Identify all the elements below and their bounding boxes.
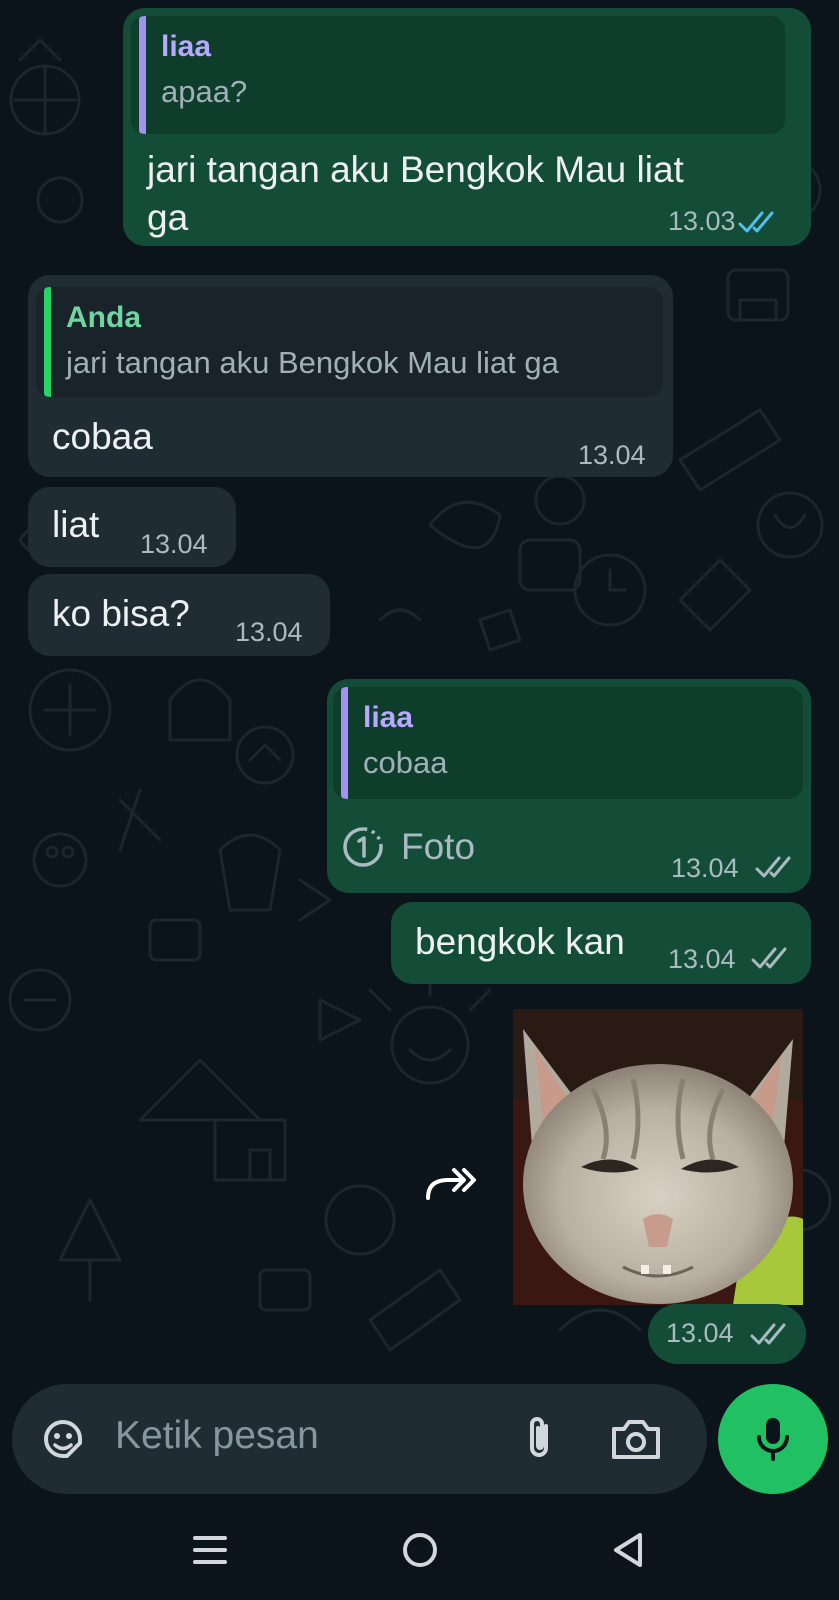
system-nav-bar xyxy=(0,1500,839,1600)
message-text: ko bisa? xyxy=(52,593,190,634)
message-time: 13.04 xyxy=(235,617,303,647)
message-bubble-outgoing[interactable]: liaa apaa? jari tangan aku Bengkok Mau l… xyxy=(123,8,811,246)
view-once-icon xyxy=(343,827,383,867)
reply-quote[interactable]: liaa apaa? xyxy=(131,16,785,134)
media-label: Foto xyxy=(401,826,476,867)
sticker-icon[interactable] xyxy=(38,1414,88,1464)
reply-text: apaa? xyxy=(161,74,248,109)
reply-author: liaa xyxy=(363,701,414,734)
message-time: 13.04 xyxy=(671,853,739,883)
forward-icon xyxy=(426,1168,476,1200)
camera-icon[interactable] xyxy=(610,1417,662,1461)
attach-icon[interactable] xyxy=(520,1414,560,1464)
message-bubble-outgoing[interactable]: bengkok kan 13.04 xyxy=(391,902,811,984)
voice-record-button[interactable] xyxy=(718,1384,828,1494)
double-check-icon xyxy=(738,211,774,233)
message-composer: Ketik pesan xyxy=(12,1384,707,1494)
message-text: bengkok kan xyxy=(415,921,625,962)
message-bubble-incoming[interactable]: Anda jari tangan aku Bengkok Mau liat ga… xyxy=(28,275,673,477)
message-time: 13.04 xyxy=(578,440,646,470)
message-bubble-outgoing[interactable]: liaa cobaa Foto 13.04 xyxy=(327,679,811,893)
message-text: liat xyxy=(52,504,100,545)
message-time: 13.04 xyxy=(668,944,736,974)
reply-quote[interactable]: liaa cobaa xyxy=(333,687,803,799)
forward-button[interactable] xyxy=(418,1158,482,1208)
menu-icon[interactable] xyxy=(192,1532,228,1568)
reply-author: liaa xyxy=(161,30,212,63)
sticker-time-badge: 13.04 xyxy=(648,1304,806,1364)
message-input[interactable]: Ketik pesan xyxy=(115,1414,319,1458)
message-time: 13.04 xyxy=(666,1318,734,1348)
message-text: cobaa xyxy=(52,416,153,457)
double-check-icon xyxy=(750,1323,786,1345)
message-bubble-incoming[interactable]: liat 13.04 xyxy=(28,487,236,567)
back-icon[interactable] xyxy=(612,1530,648,1570)
reply-text: cobaa xyxy=(363,745,448,780)
double-check-icon xyxy=(751,947,787,969)
mic-icon xyxy=(757,1418,789,1461)
message-bubble-incoming[interactable]: ko bisa? 13.04 xyxy=(28,574,330,656)
double-check-icon xyxy=(755,856,791,878)
message-time: 13.04 xyxy=(140,529,208,559)
reply-text: jari tangan aku Bengkok Mau liat ga xyxy=(66,345,559,380)
cat-sticker[interactable] xyxy=(513,1009,803,1305)
reply-quote[interactable]: Anda jari tangan aku Bengkok Mau liat ga xyxy=(36,287,663,397)
message-text: jari tangan aku Bengkok Mau liat ga xyxy=(147,149,684,238)
message-time: 13.03 xyxy=(668,206,736,236)
reply-author: Anda xyxy=(66,301,141,334)
home-icon[interactable] xyxy=(400,1530,440,1570)
